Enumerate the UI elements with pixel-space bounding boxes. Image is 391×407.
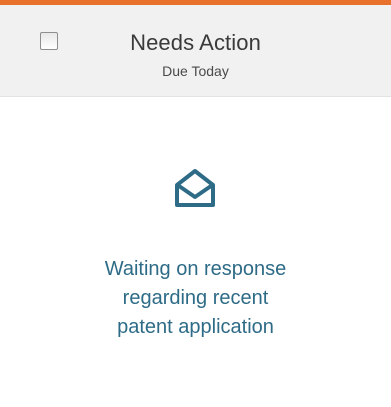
message-line: Waiting on response (104, 258, 287, 280)
task-card[interactable]: Needs Action Due Today Waiting on respon… (0, 0, 391, 407)
message-line: patent application (117, 316, 274, 338)
card-body: Waiting on response regarding recent pat… (0, 97, 391, 407)
message-line: regarding recent (122, 287, 269, 309)
card-title: Needs Action (130, 30, 261, 55)
open-envelope-icon (175, 169, 215, 207)
card-subtitle: Due Today (162, 63, 229, 79)
task-message: Waiting on response regarding recent pat… (40, 255, 351, 342)
card-header: Needs Action Due Today (0, 5, 391, 97)
